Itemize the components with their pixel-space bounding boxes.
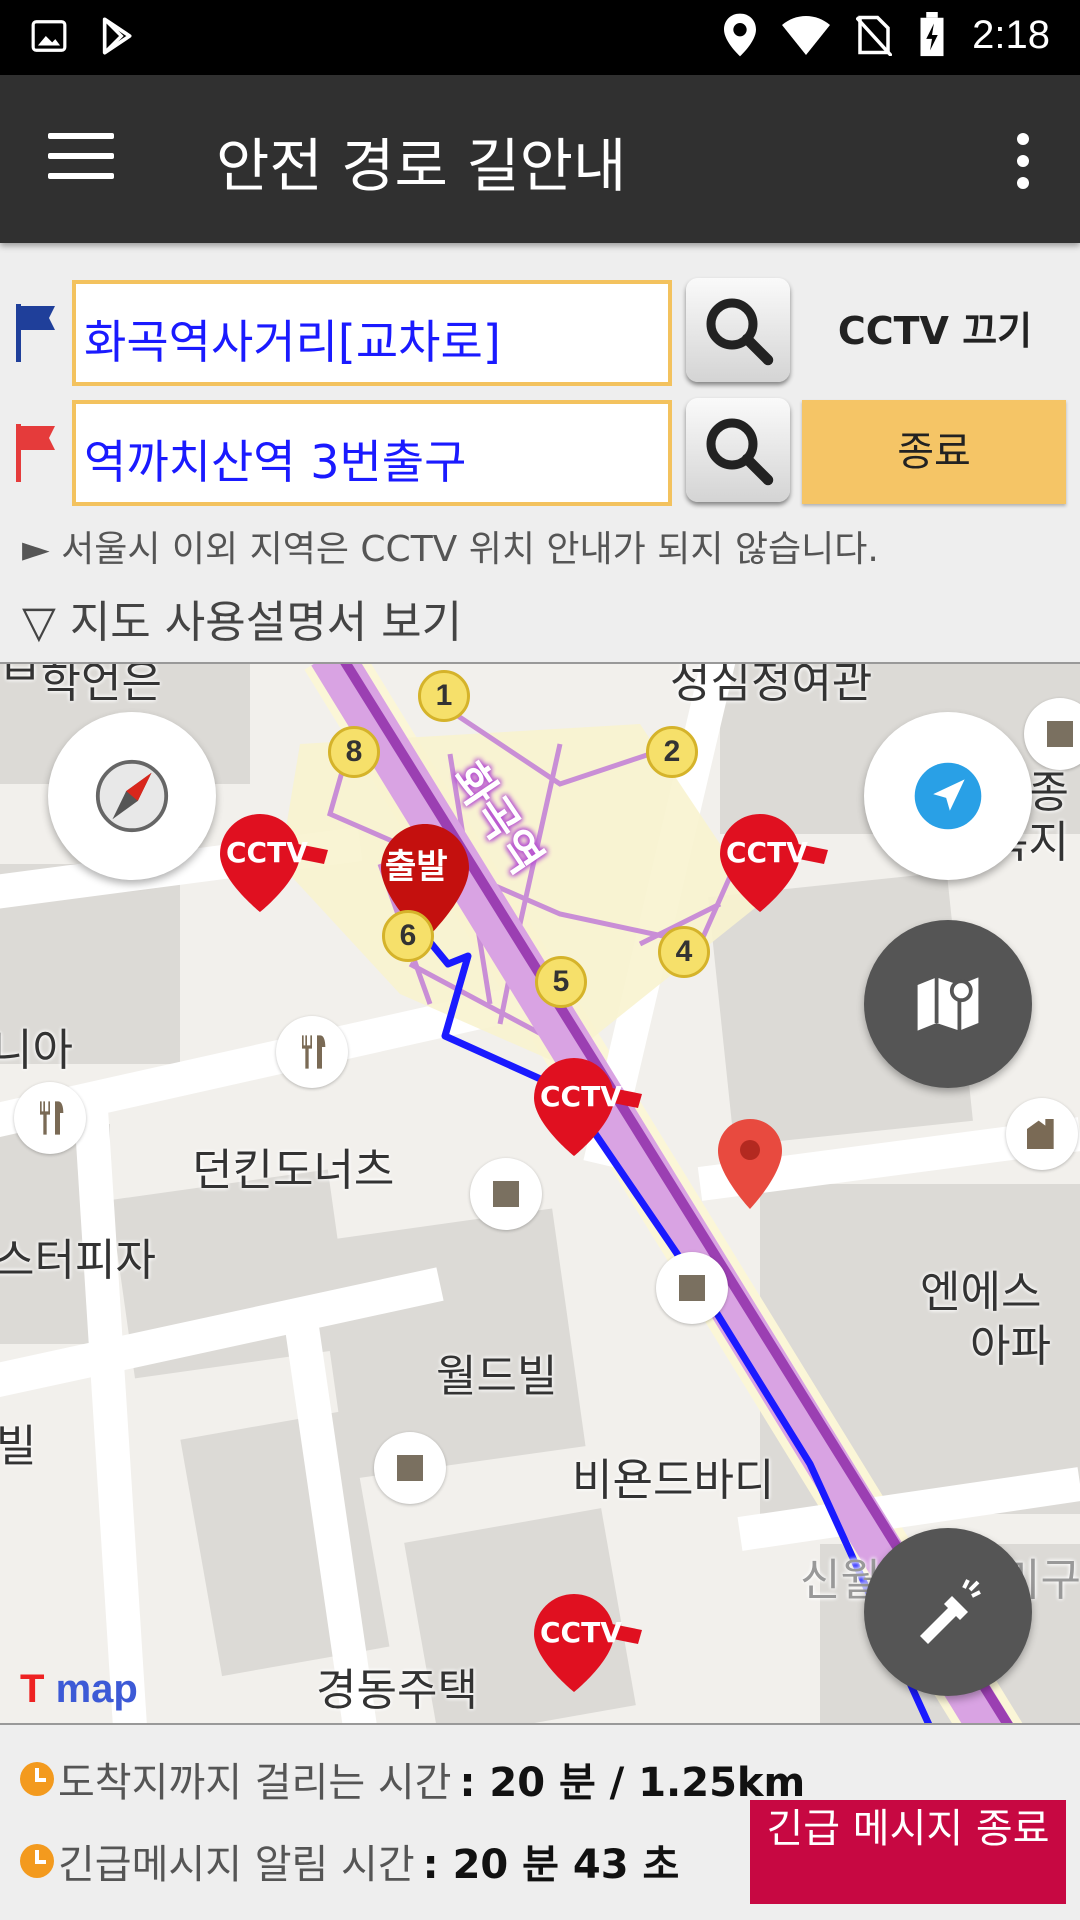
map-view-button[interactable]: [864, 920, 1032, 1088]
exit-number: 4: [658, 926, 710, 978]
place-label: 아파: [970, 1321, 1051, 1372]
compass-icon: [95, 759, 169, 833]
restaurant-icon: [14, 1082, 86, 1154]
app-bar: 안전 경로 길안내: [0, 75, 1080, 243]
clock-icon: [20, 1844, 54, 1878]
search-icon: [706, 298, 774, 366]
place-label: 비욘드바디: [572, 1455, 775, 1506]
flashlight-button[interactable]: [864, 1528, 1032, 1696]
location-icon: [724, 13, 757, 57]
end-route-button[interactable]: 종료: [802, 400, 1066, 504]
poi-marker: [656, 1252, 728, 1324]
apartment-icon: [1006, 1098, 1078, 1170]
alert-time-row: 긴급메시지 알림 시간 : 20 분 43 초: [20, 1832, 679, 1890]
wifi-icon: [782, 16, 831, 55]
flashlight-icon: [920, 1579, 981, 1644]
destination-input[interactable]: 역까치산역 3번출구: [72, 400, 672, 506]
search-icon: [706, 418, 774, 486]
alert-time-value: : 20 분 43 초: [422, 1842, 680, 1888]
origin-search-button[interactable]: [686, 278, 790, 382]
clock-icon: [20, 1762, 54, 1796]
destination-search-button[interactable]: [686, 398, 790, 502]
place-label: 빌: [0, 1421, 37, 1472]
my-location-button[interactable]: [864, 712, 1032, 880]
place-label: 니아: [0, 1025, 73, 1076]
cctv-label: CCTV: [540, 1616, 622, 1649]
map-manual-toggle[interactable]: ▽ 지도 사용설명서 보기: [22, 586, 462, 650]
start-marker-label: 출발: [385, 847, 448, 887]
place-label: 스터피자: [0, 1235, 156, 1286]
exit-number: 1: [418, 670, 470, 722]
cctv-marker[interactable]: CCTV: [720, 814, 850, 914]
cctv-toggle-button[interactable]: CCTV 끄기: [800, 300, 1070, 370]
more-vertical-icon[interactable]: [1016, 133, 1030, 189]
cctv-label: CCTV: [726, 836, 808, 869]
exit-number: 8: [328, 726, 380, 778]
page-title: 안전 경로 길안내: [216, 132, 627, 200]
navigation-arrow-icon: [914, 762, 982, 830]
alert-time-label: 긴급메시지 알림 시간: [58, 1842, 415, 1888]
destination-flag-icon: [16, 424, 55, 482]
tmap-logo-text: map: [55, 1667, 138, 1711]
place-label: ᄇ학언은: [0, 662, 162, 708]
image-icon: [31, 20, 67, 52]
arrival-time-row: 도착지까지 걸리는 시간 : 20 분 / 1.25km: [20, 1750, 805, 1808]
place-label: 성심정여관: [670, 662, 873, 708]
map-icon: [917, 977, 979, 1031]
exit-number: 2: [646, 726, 698, 778]
compass-button[interactable]: [48, 712, 216, 880]
hamburger-menu-icon[interactable]: [48, 133, 114, 185]
cctv-label: CCTV: [226, 836, 308, 869]
stop-emergency-message-button[interactable]: 긴급 메시지 종료: [750, 1800, 1066, 1904]
region-notice: ► 서울시 이외 지역은 CCTV 위치 안내가 되지 않습니다.: [22, 529, 879, 570]
poi-marker: [374, 1432, 446, 1504]
restaurant-icon: [276, 1016, 348, 1088]
place-label: 월드빌: [436, 1351, 558, 1402]
play-store-icon: [102, 17, 132, 55]
clock: 2:18: [972, 12, 1050, 57]
cctv-marker[interactable]: CCTV: [534, 1058, 664, 1158]
battery-charging-icon: [920, 12, 944, 57]
cctv-label: CCTV: [540, 1080, 622, 1113]
place-label: 던킨도너츠: [192, 1145, 395, 1196]
origin-flag-icon: [16, 304, 55, 362]
exit-number: 5: [535, 956, 587, 1008]
cctv-marker[interactable]: CCTV: [220, 814, 350, 914]
no-sim-icon: [856, 15, 893, 56]
place-label: 경동주택: [316, 1665, 478, 1716]
status-bar: 2:18: [0, 0, 1080, 75]
cctv-marker[interactable]: CCTV: [534, 1594, 664, 1694]
arrival-time-label: 도착지까지 걸리는 시간: [58, 1760, 452, 1806]
poi-marker: [470, 1158, 542, 1230]
tmap-logo: T map: [20, 1667, 138, 1711]
origin-input[interactable]: 화곡역사거리[교차로]: [72, 280, 672, 386]
exit-number: 6: [382, 910, 434, 962]
map-view[interactable]: 화곡역 출발 1 2 4 5 6 8 CCTV CCTV CCTV CCTV 성…: [0, 662, 1080, 1725]
